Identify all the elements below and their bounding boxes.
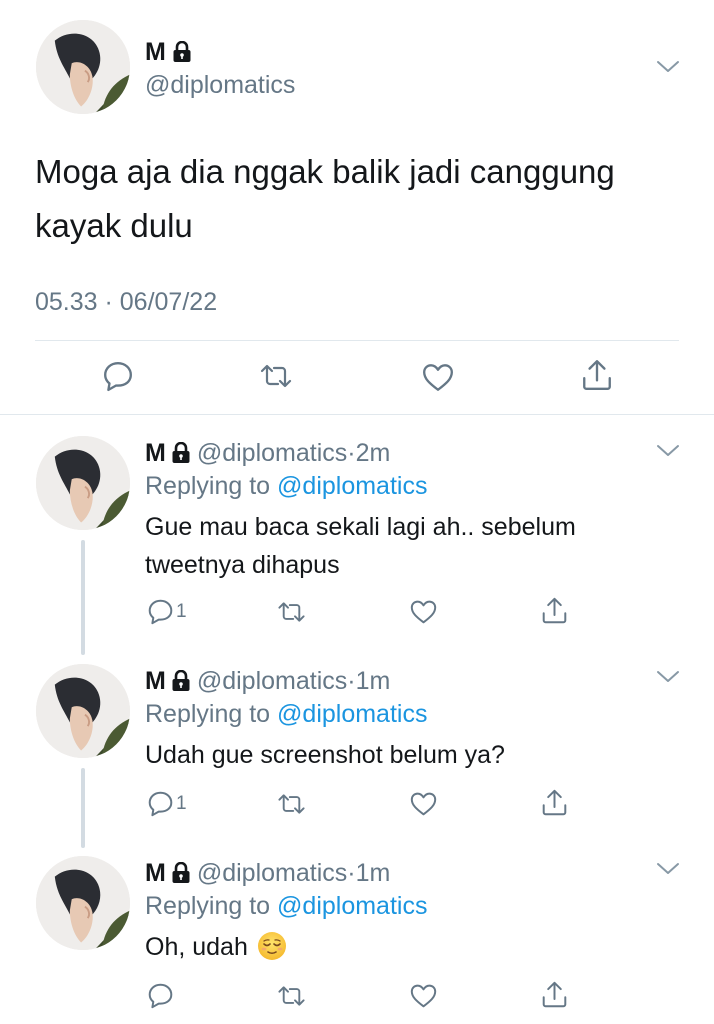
tweet-actions: 1 bbox=[0, 598, 714, 628]
user-handle[interactable]: @diplomatics bbox=[197, 858, 347, 888]
reply-button[interactable] bbox=[102, 360, 134, 392]
share-button[interactable] bbox=[541, 596, 568, 625]
retweet-icon bbox=[276, 983, 307, 1009]
tweet-actions: 1 bbox=[0, 790, 714, 820]
share-icon bbox=[581, 358, 613, 392]
lock-icon bbox=[171, 862, 191, 884]
share-button[interactable] bbox=[541, 788, 568, 817]
replying-to: Replying to @diplomatics bbox=[145, 890, 427, 922]
reply-button[interactable]: 1 bbox=[147, 598, 187, 625]
avatar[interactable] bbox=[36, 856, 130, 950]
relieved-face-emoji bbox=[257, 932, 286, 960]
reply-icon bbox=[147, 790, 174, 817]
replying-to-label: Replying to bbox=[145, 472, 278, 500]
separator: · bbox=[347, 439, 356, 467]
like-icon bbox=[421, 361, 455, 393]
chevron-down-icon[interactable] bbox=[656, 862, 680, 878]
lock-icon bbox=[171, 442, 191, 464]
share-button[interactable] bbox=[581, 358, 613, 392]
lock-icon bbox=[171, 670, 191, 692]
separator: · bbox=[347, 667, 356, 695]
avatar[interactable] bbox=[36, 20, 130, 114]
share-icon bbox=[541, 980, 568, 1009]
display-name[interactable]: M bbox=[145, 666, 166, 696]
retweet-button[interactable] bbox=[276, 791, 307, 817]
reply-count: 1 bbox=[176, 600, 187, 622]
tweet-actions bbox=[0, 358, 714, 396]
tweet-text-content: Oh, udah bbox=[145, 933, 248, 961]
display-name[interactable]: M bbox=[145, 858, 166, 888]
divider bbox=[35, 340, 679, 341]
tweet-text: Gue mau baca sekali lagi ah.. sebelum tw… bbox=[145, 513, 576, 579]
retweet-button[interactable] bbox=[276, 599, 307, 625]
reply-button[interactable] bbox=[147, 982, 176, 1009]
reply-icon bbox=[147, 598, 174, 625]
replying-to: Replying to @diplomatics bbox=[145, 698, 427, 730]
retweet-button[interactable] bbox=[276, 983, 307, 1009]
retweet-icon bbox=[276, 599, 307, 625]
tweet-text: Oh, udah bbox=[145, 928, 665, 966]
like-icon bbox=[409, 790, 438, 817]
like-button[interactable] bbox=[409, 598, 438, 625]
reply-button[interactable]: 1 bbox=[147, 790, 187, 817]
reply-icon bbox=[147, 982, 174, 1009]
replying-to-link[interactable]: @diplomatics bbox=[277, 700, 427, 728]
share-icon bbox=[541, 788, 568, 817]
tweet-time[interactable]: 2m bbox=[356, 438, 391, 468]
retweet-icon bbox=[276, 791, 307, 817]
tweet-header: M @diplomatics · 1m bbox=[145, 666, 390, 696]
display-name[interactable]: M bbox=[145, 38, 192, 66]
tweet-header: M @diplomatics · 2m bbox=[145, 438, 390, 468]
retweet-button[interactable] bbox=[258, 361, 294, 391]
replying-to-label: Replying to bbox=[145, 700, 278, 728]
replying-to: Replying to @diplomatics bbox=[145, 470, 427, 502]
tweet-text: Udah gue screenshot belum ya? bbox=[145, 741, 505, 769]
chevron-down-icon[interactable] bbox=[656, 670, 680, 686]
tweet-timestamp[interactable]: 05.33 · 06/07/22 bbox=[35, 285, 217, 319]
like-button[interactable] bbox=[421, 361, 455, 393]
display-name-text: M bbox=[145, 38, 166, 66]
share-icon bbox=[541, 596, 568, 625]
lock-icon bbox=[172, 41, 192, 63]
retweet-icon bbox=[258, 361, 294, 391]
separator: · bbox=[347, 859, 356, 887]
chevron-down-icon[interactable] bbox=[656, 60, 680, 76]
user-handle[interactable]: @diplomatics bbox=[197, 438, 347, 468]
replying-to-label: Replying to bbox=[145, 892, 278, 920]
reply-tweet: M @diplomatics · 1m Replying to @diploma… bbox=[0, 646, 714, 838]
reply-count: 1 bbox=[176, 792, 187, 814]
replying-to-link[interactable]: @diplomatics bbox=[277, 472, 427, 500]
tweet-header: M @diplomatics · 1m bbox=[145, 858, 390, 888]
tweet-time[interactable]: 1m bbox=[356, 666, 391, 696]
divider bbox=[0, 414, 714, 415]
display-name[interactable]: M bbox=[145, 438, 166, 468]
like-icon bbox=[409, 598, 438, 625]
tweet-text: Moga aja dia nggak balik jadi canggung k… bbox=[35, 153, 615, 244]
like-button[interactable] bbox=[409, 982, 438, 1009]
tweet-time[interactable]: 1m bbox=[356, 858, 391, 888]
main-tweet: M @diplomatics Moga aja dia nggak balik … bbox=[0, 0, 714, 414]
reply-tweet: M @diplomatics · 2m Replying to @diploma… bbox=[0, 418, 714, 646]
share-button[interactable] bbox=[541, 980, 568, 1009]
user-handle[interactable]: @diplomatics bbox=[197, 666, 347, 696]
avatar[interactable] bbox=[36, 664, 130, 758]
reply-icon bbox=[102, 360, 134, 392]
replying-to-link[interactable]: @diplomatics bbox=[277, 892, 427, 920]
tweet-actions bbox=[0, 982, 714, 1012]
user-handle[interactable]: @diplomatics bbox=[145, 70, 295, 100]
avatar[interactable] bbox=[36, 436, 130, 530]
like-button[interactable] bbox=[409, 790, 438, 817]
reply-tweet: M @diplomatics · 1m Replying to @diploma… bbox=[0, 838, 714, 1024]
chevron-down-icon[interactable] bbox=[656, 444, 680, 460]
like-icon bbox=[409, 982, 438, 1009]
